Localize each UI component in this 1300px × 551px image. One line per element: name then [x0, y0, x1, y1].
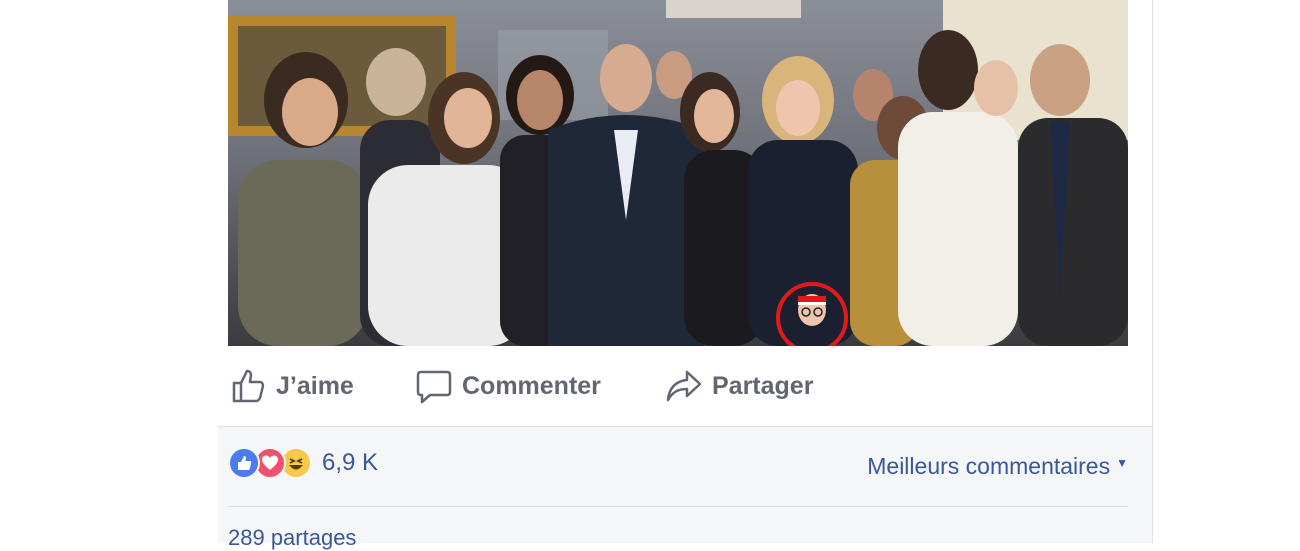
divider-lower	[228, 506, 1128, 507]
share-label: Partager	[712, 371, 814, 400]
like-icon	[228, 447, 260, 479]
reactions-and-comments: 6,9 K Meilleurs commentaires ▼ 289 parta…	[218, 427, 1152, 550]
comment-label: Commenter	[462, 371, 601, 400]
comment-sort-dropdown[interactable]: Meilleurs commentaires ▼	[867, 453, 1128, 480]
share-button[interactable]: Partager	[664, 364, 813, 408]
caret-down-icon: ▼	[1116, 455, 1128, 470]
post-actions: J’aime Commenter Partager	[218, 346, 1152, 426]
share-arrow-icon	[664, 366, 704, 406]
post-card: J’aime Commenter Partager 6,9 K Meilleur…	[218, 0, 1153, 550]
comment-button[interactable]: Commenter	[414, 364, 601, 408]
thumbs-up-icon	[228, 366, 268, 406]
shares-count-link[interactable]: 289 partages	[228, 525, 356, 551]
comment-bubble-icon	[414, 366, 454, 406]
like-button[interactable]: J’aime	[228, 364, 354, 408]
group-photo-illustration	[228, 0, 1128, 346]
like-label: J’aime	[276, 371, 354, 400]
sort-label: Meilleurs commentaires	[867, 453, 1111, 479]
reaction-count: 6,9 K	[322, 449, 379, 476]
post-photo[interactable]	[228, 0, 1128, 346]
reaction-summary[interactable]: 6,9 K	[228, 447, 378, 479]
